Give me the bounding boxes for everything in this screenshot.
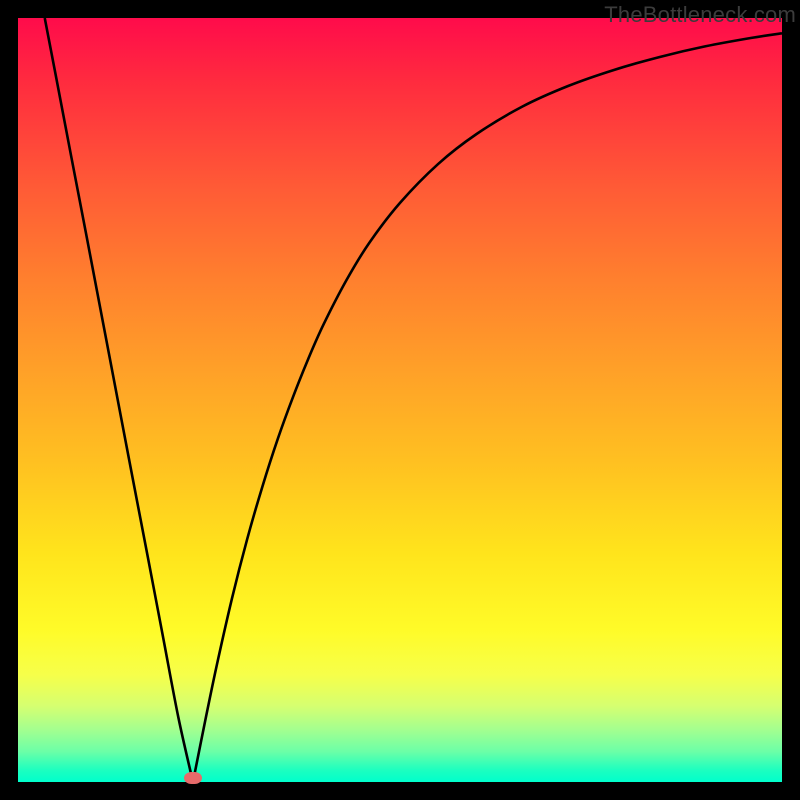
watermark-text: TheBottleneck.com [604,2,796,28]
bottleneck-marker [184,772,202,784]
bottleneck-curve [18,18,782,782]
chart-frame [18,18,782,782]
